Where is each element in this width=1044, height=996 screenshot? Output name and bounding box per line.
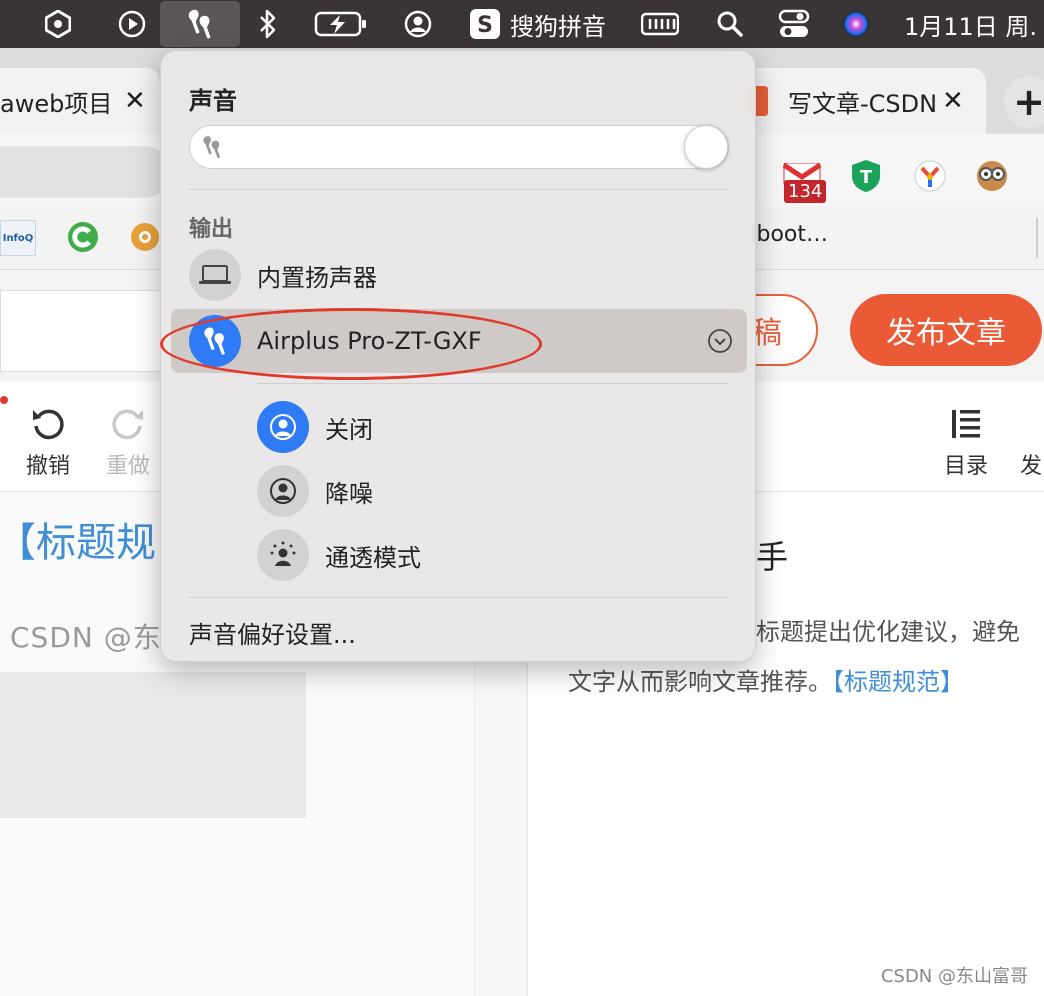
bluetooth-icon[interactable] — [248, 0, 288, 48]
orange-bookmark-icon[interactable] — [128, 220, 162, 254]
publish-short-label: 发 — [1020, 454, 1043, 479]
shield-extension-icon[interactable]: T — [846, 156, 886, 196]
notification-dot — [0, 396, 8, 404]
bookmark-jboot[interactable]: Jboot… — [750, 222, 828, 247]
red-annotation-ellipse — [160, 308, 542, 380]
publish-toolbar-button[interactable]: 发 — [1020, 448, 1042, 480]
chevron-down-icon[interactable] — [707, 328, 733, 358]
title-guideline-link[interactable]: 【标题规 — [0, 510, 156, 568]
mode-label: 降噪 — [325, 479, 373, 508]
assistant-heading: 手 — [756, 538, 789, 576]
toc-button[interactable]: 目录 — [944, 406, 988, 480]
owl-extension-icon[interactable] — [972, 156, 1012, 196]
airpods-small-icon — [200, 134, 224, 164]
watermark: CSDN @东山富哥 — [880, 966, 1028, 987]
author-credit: CSDN @东 — [10, 621, 162, 654]
tab-title: aweb项目 — [0, 89, 112, 118]
output-header: 输出 — [189, 217, 234, 242]
c-bookmark-icon[interactable] — [66, 220, 100, 254]
output-device-builtin[interactable]: 内置扬声器 — [189, 249, 377, 301]
redo-icon — [112, 409, 143, 440]
spotlight-search-icon[interactable] — [712, 0, 748, 48]
redo-button[interactable]: 重做 — [106, 406, 150, 480]
hexagon-app-icon[interactable] — [38, 0, 78, 48]
play-icon[interactable] — [112, 0, 152, 48]
tab-csdn-write[interactable]: 写文章-CSDN ✕ — [740, 68, 986, 134]
sound-menu-title: 声音 — [189, 87, 237, 115]
tab-close-icon[interactable]: ✕ — [942, 86, 964, 116]
gmail-badge: 134 — [784, 180, 827, 203]
gmail-extension-icon[interactable]: 134 — [780, 156, 827, 203]
undo-label: 撤销 — [26, 454, 71, 479]
noise-mode-off[interactable]: 关闭 — [257, 401, 373, 453]
laptop-icon — [189, 249, 241, 301]
tab-title: 写文章-CSDN — [788, 89, 938, 118]
tab-java-web[interactable]: aweb项目 ✕ — [0, 68, 160, 134]
tab-close-icon[interactable]: ✕ — [124, 86, 146, 116]
bookmarks-divider — [1036, 218, 1038, 258]
y-extension-icon[interactable] — [910, 156, 950, 196]
list-icon — [952, 410, 980, 438]
siri-icon[interactable] — [836, 0, 876, 48]
assistant-text: 文字从而影响文章推荐。 — [568, 668, 832, 696]
battery-charging-icon[interactable] — [312, 0, 370, 48]
noise-mode-anc[interactable]: 降噪 — [257, 465, 373, 517]
undo-button[interactable]: 撤销 — [26, 406, 70, 480]
title-guideline-link[interactable]: 【标题规范】 — [832, 668, 964, 696]
sogou-ime-icon[interactable]: S — [468, 0, 502, 48]
infoq-bookmark-icon[interactable]: InfoQ — [0, 220, 36, 256]
assistant-text-line1: 标题提出优化建议，避免 — [756, 618, 1020, 646]
person-icon — [257, 401, 309, 453]
user-account-icon[interactable] — [398, 0, 438, 48]
editor-content-block — [0, 672, 306, 818]
assistant-text-line2: 文字从而影响文章推荐。【标题规范】 — [568, 662, 964, 697]
redo-label: 重做 — [106, 454, 151, 479]
svg-text:S: S — [477, 13, 493, 38]
publish-article-button[interactable]: 发布文章 — [850, 294, 1042, 366]
mode-label: 关闭 — [325, 415, 373, 444]
undo-icon — [33, 409, 64, 440]
volume-slider-knob[interactable] — [684, 125, 728, 169]
separator — [189, 597, 729, 598]
address-field[interactable] — [0, 146, 170, 198]
sound-preferences-item[interactable]: 声音偏好设置... — [189, 615, 356, 650]
noise-cancel-icon — [257, 465, 309, 517]
separator — [257, 383, 729, 384]
menu-bar: S 搜狗拼音 1月11日 周. — [0, 0, 1044, 48]
sound-airpods-icon[interactable] — [160, 1, 240, 47]
volume-slider[interactable] — [189, 125, 729, 169]
svg-text:T: T — [860, 167, 873, 188]
infoq-label: InfoQ — [2, 232, 34, 244]
separator — [189, 189, 729, 190]
mode-label: 通透模式 — [325, 543, 421, 572]
transparency-icon — [257, 529, 309, 581]
device-label: 内置扬声器 — [257, 263, 377, 292]
noise-mode-transparency[interactable]: 通透模式 — [257, 529, 421, 581]
ime-label[interactable]: 搜狗拼音 — [510, 0, 606, 48]
control-center-icon[interactable] — [774, 0, 814, 48]
keyboard-icon[interactable] — [640, 0, 680, 48]
menubar-clock[interactable]: 1月11日 周. — [904, 0, 1044, 48]
toc-label: 目录 — [944, 454, 989, 479]
